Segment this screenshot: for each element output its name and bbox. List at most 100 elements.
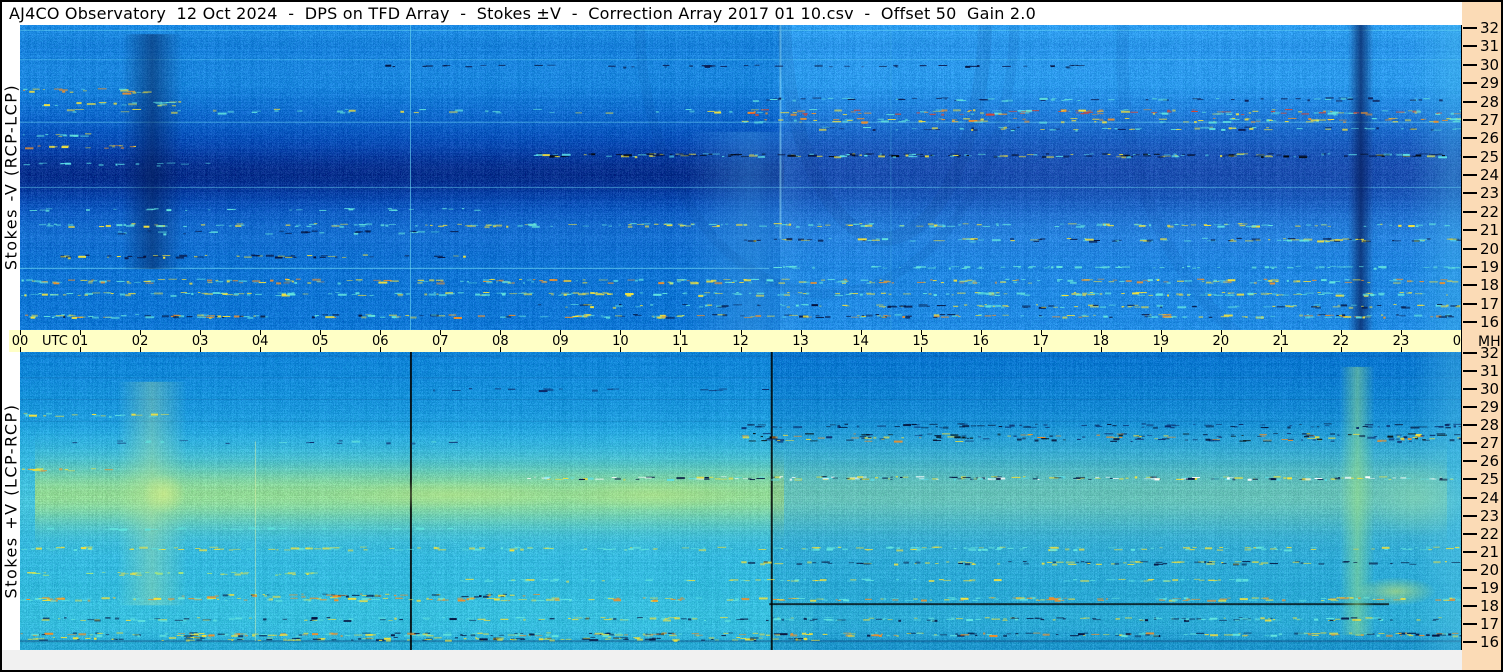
freq-tick-label: 18 [1480, 596, 1500, 615]
freq-tick-label: 21 [1480, 542, 1500, 561]
freq-tick-label: 19 [1480, 578, 1500, 597]
freq-tick [1463, 550, 1477, 553]
hour-tick-label: 17 [1032, 334, 1049, 349]
freq-tick-label: 25 [1480, 147, 1500, 166]
hour-tick-label: 13 [792, 334, 809, 349]
hour-tick-label: 01 [71, 334, 89, 349]
freq-tick [1463, 100, 1477, 103]
time-axis: UTC 00 01 02 03 04 05 06 07 08 09 10 11 12 13 14 15 16 17… [9, 330, 1469, 352]
freq-tick-label: 27 [1480, 110, 1500, 129]
freq-tick [1463, 406, 1477, 409]
freq-tick-label: 17 [1480, 614, 1500, 633]
freq-tick [1463, 586, 1477, 589]
top-panel-label: Stokes -V (RCP-LCP) [1, 83, 21, 271]
freq-tick [1463, 229, 1477, 232]
freq-tick-label: 16 [1480, 313, 1500, 331]
hour-tick-label: 16 [972, 334, 989, 349]
freq-tick [1463, 210, 1477, 213]
freq-tick [1463, 460, 1477, 463]
hour-tick-label: 15 [912, 334, 929, 349]
freq-tick-label: 18 [1480, 276, 1500, 295]
freq-tick-label: 19 [1480, 257, 1500, 276]
freq-tick [1463, 604, 1477, 607]
freq-tick-label: 16 [1480, 633, 1500, 651]
hour-tick-label: 22 [1332, 334, 1350, 349]
freq-tick [1463, 265, 1477, 268]
freq-tick-label: 30 [1480, 380, 1500, 399]
freq-tick-label: 20 [1480, 560, 1500, 579]
freq-tick [1463, 321, 1477, 323]
time-axis-unit: UTC [42, 334, 68, 349]
hour-tick-label: 14 [852, 334, 869, 349]
hour-tick-label: 00 [11, 334, 29, 349]
freq-tick-label: 27 [1480, 434, 1500, 453]
freq-tick [1463, 137, 1477, 140]
hour-tick-label: 19 [1152, 334, 1170, 349]
hour-tick-label: 10 [612, 334, 629, 349]
freq-tick-label: 25 [1480, 470, 1500, 489]
freq-tick [1463, 284, 1477, 287]
freq-tick-label: 31 [1480, 37, 1500, 56]
freq-tick-label: 28 [1480, 92, 1500, 111]
stokes-plus-v-spectrogram [20, 352, 1461, 650]
hour-tick-label: 23 [1392, 334, 1410, 349]
freq-tick [1463, 622, 1477, 625]
freq-tick-label: 22 [1480, 202, 1500, 221]
freq-tick [1463, 82, 1477, 85]
freq-tick [1463, 45, 1477, 48]
freq-tick-label: 30 [1480, 55, 1500, 74]
freq-tick [1463, 641, 1477, 643]
freq-tick [1463, 155, 1477, 158]
freq-tick-label: 29 [1480, 74, 1500, 93]
hour-tick-label: 18 [1092, 334, 1110, 349]
hour-tick-label: 03 [191, 334, 209, 349]
stokes-minus-v-spectrogram [20, 25, 1461, 330]
window-title: AJ4CO Observatory 12 Oct 2024 - DPS on T… [9, 4, 1036, 23]
freq-tick-label: 24 [1480, 166, 1500, 184]
frequency-axis: MHz 323130292827262524232221201918171632… [1462, 2, 1503, 670]
freq-tick-label: 26 [1480, 452, 1500, 471]
freq-tick [1463, 388, 1477, 391]
freq-tick [1463, 192, 1477, 195]
freq-tick [1463, 478, 1477, 481]
hour-tick-label: 08 [492, 334, 509, 349]
hour-tick-label: 07 [432, 334, 449, 349]
hour-tick-label: 11 [672, 334, 689, 349]
freq-tick [1463, 514, 1477, 517]
freq-tick [1463, 27, 1477, 29]
freq-tick-label: 31 [1480, 362, 1500, 381]
freq-tick [1463, 424, 1477, 427]
freq-tick [1463, 370, 1477, 373]
freq-tick [1463, 496, 1477, 499]
freq-tick-label: 24 [1480, 488, 1500, 507]
freq-tick-label: 32 [1480, 344, 1500, 362]
freq-tick-label: 32 [1480, 19, 1500, 37]
title-bar: AJ4CO Observatory 12 Oct 2024 - DPS on T… [2, 2, 1462, 25]
freq-tick [1463, 302, 1477, 305]
hour-tick-label: 21 [1272, 334, 1290, 349]
freq-tick [1463, 532, 1477, 535]
freq-tick [1463, 118, 1477, 121]
freq-tick-label: 17 [1480, 294, 1500, 313]
freq-tick [1463, 247, 1477, 250]
bottom-margin [2, 650, 1462, 670]
spectrograph-window: AJ4CO Observatory 12 Oct 2024 - DPS on T… [0, 0, 1503, 672]
hour-tick-label: 06 [371, 334, 389, 349]
freq-tick-label: 23 [1480, 506, 1500, 525]
freq-tick-label: 22 [1480, 524, 1500, 543]
bottom-panel-label: Stokes +V (LCP-RCP) [1, 403, 21, 599]
freq-tick [1463, 352, 1477, 354]
hour-tick-label: 05 [311, 334, 329, 349]
hour-tick-label: 20 [1212, 334, 1230, 349]
freq-tick-label: 26 [1480, 129, 1500, 148]
freq-tick-label: 28 [1480, 416, 1500, 435]
freq-tick-label: 23 [1480, 184, 1500, 203]
freq-tick [1463, 442, 1477, 445]
freq-tick [1463, 568, 1477, 571]
hour-tick-label: 02 [131, 334, 149, 349]
hour-tick-label: 04 [251, 334, 269, 349]
hour-tick-label: 09 [552, 334, 569, 349]
freq-tick-label: 29 [1480, 398, 1500, 417]
freq-tick [1463, 174, 1477, 176]
freq-tick-label: 20 [1480, 239, 1500, 258]
